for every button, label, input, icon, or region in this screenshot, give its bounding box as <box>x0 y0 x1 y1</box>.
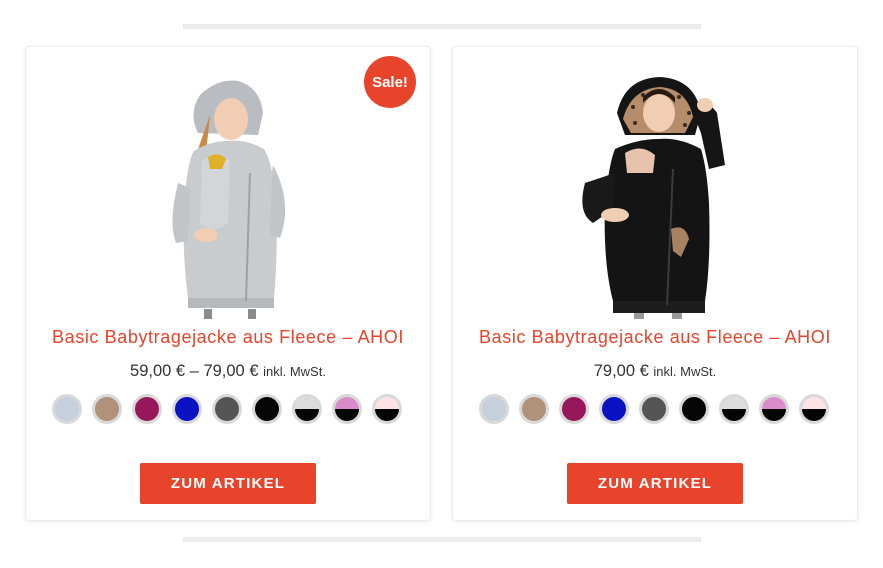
product-card[interactable]: Sale! Basic Babytragejacke aus Fleece – … <box>26 47 430 520</box>
product-title[interactable]: Basic Babytragejacke aus Fleece – AHOI <box>453 327 857 348</box>
product-image[interactable] <box>128 73 328 319</box>
product-price: 79,00 € inkl. MwSt. <box>453 362 857 381</box>
color-swatch[interactable] <box>599 394 629 424</box>
top-divider <box>183 24 701 29</box>
color-swatch[interactable] <box>559 394 589 424</box>
color-swatch[interactable] <box>332 394 362 424</box>
color-swatch[interactable] <box>252 394 282 424</box>
tax-note: inkl. MwSt. <box>263 364 326 379</box>
color-swatches <box>52 394 402 424</box>
color-swatch[interactable] <box>479 394 509 424</box>
product-image[interactable] <box>555 73 755 319</box>
view-product-button[interactable]: ZUM ARTIKEL <box>140 463 316 504</box>
color-swatch[interactable] <box>172 394 202 424</box>
sale-badge: Sale! <box>364 56 416 108</box>
color-swatch[interactable] <box>759 394 789 424</box>
color-swatch[interactable] <box>519 394 549 424</box>
bottom-divider <box>183 537 701 542</box>
color-swatches <box>479 394 829 424</box>
tax-note: inkl. MwSt. <box>653 364 717 379</box>
product-title[interactable]: Basic Babytragejacke aus Fleece – AHOI <box>26 327 430 348</box>
price-value: 59,00 € – 79,00 € <box>130 362 259 380</box>
color-swatch[interactable] <box>639 394 669 424</box>
product-card[interactable]: Basic Babytragejacke aus Fleece – AHOI 7… <box>453 47 857 520</box>
color-swatch[interactable] <box>799 394 829 424</box>
color-swatch[interactable] <box>372 394 402 424</box>
product-price: 59,00 € – 79,00 € inkl. MwSt. <box>26 362 430 381</box>
color-swatch[interactable] <box>679 394 709 424</box>
color-swatch[interactable] <box>292 394 322 424</box>
color-swatch[interactable] <box>92 394 122 424</box>
color-swatch[interactable] <box>132 394 162 424</box>
view-product-button[interactable]: ZUM ARTIKEL <box>567 463 743 504</box>
color-swatch[interactable] <box>719 394 749 424</box>
price-value: 79,00 € <box>593 362 649 380</box>
color-swatch[interactable] <box>212 394 242 424</box>
color-swatch[interactable] <box>52 394 82 424</box>
